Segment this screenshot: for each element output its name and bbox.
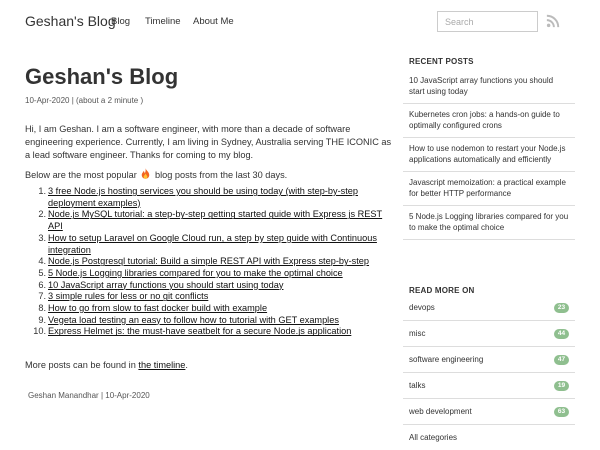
category-item-talks[interactable]: talks 19: [403, 373, 575, 399]
recent-post-link[interactable]: Javascript memoization: a practical exam…: [403, 172, 575, 206]
list-number: 1.: [38, 186, 46, 196]
count-badge: 63: [554, 407, 569, 417]
recent-posts-heading: RECENT POSTS: [409, 57, 474, 66]
list-number: 6.: [38, 279, 46, 290]
more-posts-text: More posts can be found in: [25, 360, 136, 370]
list-number: 5.: [38, 267, 46, 278]
category-item-misc[interactable]: misc 44: [403, 321, 575, 347]
rss-icon[interactable]: [546, 14, 560, 28]
list-item: 4. Node.js Postgresql tutorial: Build a s…: [38, 256, 398, 268]
footer-meta: Geshan Manandhar | 10-Apr-2020: [28, 391, 150, 400]
nav-link-timeline[interactable]: Timeline: [145, 16, 181, 27]
list-item: 10. Express Helmet js: the must-have seat…: [33, 326, 398, 338]
all-categories-link[interactable]: All categories: [403, 425, 575, 450]
read-more-heading: READ MORE ON: [409, 286, 475, 295]
recent-posts-list: 10 JavaScript array functions you should…: [403, 70, 575, 240]
count-badge: 19: [554, 381, 569, 391]
category-item-web-development[interactable]: web development 63: [403, 399, 575, 425]
post-link[interactable]: Node.js MySQL tutorial: a step-by-step g…: [48, 209, 382, 231]
category-list: devops 23 misc 44 software engineering 47 t…: [403, 295, 575, 450]
count-badge: 47: [554, 355, 569, 365]
post-link[interactable]: Vegeta load testing an easy to follow ho…: [48, 315, 339, 325]
top-navbar: Geshan's Blog Blog Timeline About Me: [0, 0, 600, 44]
list-number: 8.: [38, 303, 46, 314]
post-link[interactable]: 3 free Node.js hosting services you shou…: [48, 186, 358, 208]
search-input[interactable]: [437, 11, 538, 32]
timeline-link[interactable]: the timeline: [138, 360, 185, 370]
popular-posts-list: 1. 3 free Node.js hosting services you sh…: [33, 186, 398, 338]
recent-post-link[interactable]: 5 Node.js Logging libraries compared for…: [403, 206, 575, 240]
list-item: 5. 5 Node.js Logging libraries compared f…: [38, 268, 398, 280]
post-link[interactable]: Express Helmet js: the must-have seatbel…: [48, 326, 351, 336]
post-meta: 10-Apr-2020 | (about a 2 minute ): [25, 96, 144, 105]
count-badge: 23: [554, 303, 569, 313]
list-item: 2. Node.js MySQL tutorial: a step-by-step…: [38, 209, 398, 232]
nav-link-about-me[interactable]: About Me: [193, 16, 234, 27]
post-link[interactable]: 10 JavaScript array functions you should…: [48, 280, 283, 290]
category-item-devops[interactable]: devops 23: [403, 295, 575, 321]
list-item: 7. 3 simple rules for less or no git conf…: [38, 291, 398, 303]
list-item: 6. 10 JavaScript array functions you shou…: [38, 280, 398, 292]
recent-post-link[interactable]: Kubernetes cron jobs: a hands-on guide t…: [403, 104, 575, 138]
popular-intro-suffix: blog posts from the last 30 days.: [154, 170, 288, 180]
category-label: misc: [409, 329, 426, 338]
popular-intro: Below are the most popular blog posts fr…: [25, 168, 395, 182]
more-posts-line: More posts can be found in the timeline.: [25, 360, 188, 370]
count-badge: 44: [554, 329, 569, 339]
post-link[interactable]: How to go from slow to fast docker build…: [48, 303, 267, 313]
list-number: 4.: [38, 256, 46, 267]
page-title: Geshan's Blog: [25, 64, 179, 89]
fire-emoji-icon: [142, 168, 150, 179]
list-item: 9. Vegeta load testing an easy to follow …: [38, 315, 398, 327]
post-link[interactable]: 3 simple rules for less or no git confli…: [48, 291, 208, 301]
post-link[interactable]: 5 Node.js Logging libraries compared for…: [48, 268, 343, 278]
list-number: 2.: [38, 209, 46, 220]
category-label: devops: [409, 303, 435, 312]
list-number: 7.: [38, 291, 46, 302]
popular-intro-text: Below are the most popular: [25, 170, 137, 180]
list-item: 3. How to setup Laravel on Google Cloud r…: [38, 233, 398, 256]
category-item-software-engineering[interactable]: software engineering 47: [403, 347, 575, 373]
category-label: talks: [409, 381, 426, 390]
category-label: web development: [409, 407, 472, 416]
category-label: software engineering: [409, 355, 484, 364]
list-item: 8. How to go from slow to fast docker bui…: [38, 303, 398, 315]
nav-link-blog[interactable]: Blog: [111, 16, 130, 27]
list-number: 10.: [33, 326, 46, 337]
brand-link[interactable]: Geshan's Blog: [25, 13, 116, 29]
list-number: 3.: [38, 232, 46, 243]
more-posts-period: .: [185, 360, 188, 370]
post-link[interactable]: Node.js Postgresql tutorial: Build a sim…: [48, 256, 369, 266]
intro-paragraph: Hi, I am Geshan. I am a software enginee…: [25, 124, 392, 160]
post-link[interactable]: How to setup Laravel on Google Cloud run…: [48, 233, 377, 255]
recent-post-link[interactable]: 10 JavaScript array functions you should…: [403, 70, 575, 104]
recent-post-link[interactable]: How to use nodemon to restart your Node.…: [403, 138, 575, 172]
list-number: 9.: [38, 314, 46, 325]
list-item: 1. 3 free Node.js hosting services you sh…: [38, 186, 398, 209]
